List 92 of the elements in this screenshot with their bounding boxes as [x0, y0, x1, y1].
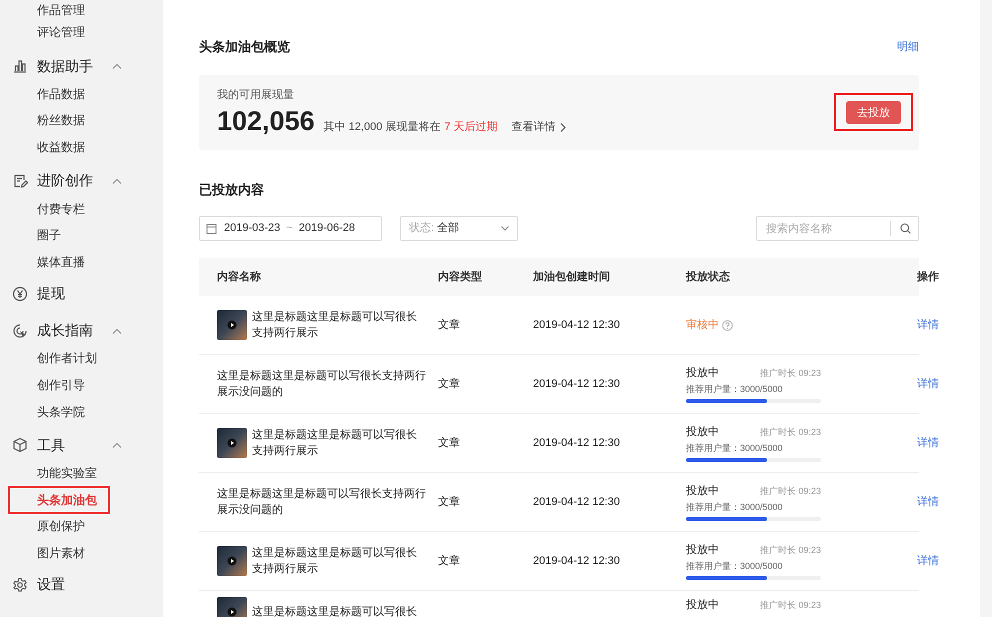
table-cell-text: 文章 — [438, 494, 461, 510]
content-title[interactable]: 这里是标题这里是标题可以写很长支持两行展示 — [252, 427, 426, 459]
promotion-duration: 推广时长 09:23 — [760, 598, 821, 612]
menu-item[interactable]: 头条加油包 — [8, 486, 110, 514]
menu-group-label[interactable]: 工具 — [37, 434, 107, 456]
table-cell-text: 2019-04-12 12:30 — [533, 494, 621, 510]
status-text: 投放中 — [686, 425, 719, 440]
content-title[interactable]: 这里是标题这里是标题可以写很长支持两行展示没问题的 — [217, 486, 426, 518]
menu-item[interactable]: 粉丝数据 — [8, 111, 85, 130]
menu-item[interactable]: 付费专栏 — [8, 200, 85, 218]
menu-item[interactable]: 评论管理 — [8, 23, 85, 42]
menu-item[interactable]: 作品管理 — [8, 1, 85, 19]
promotion-duration: 推广时长 09:23 — [760, 544, 821, 556]
section-title: 已投放内容 — [199, 180, 265, 198]
menu-group-label[interactable]: 数据助手 — [37, 56, 107, 77]
expiry-note: 其中 12,000 展现量将在 — [324, 120, 440, 135]
date-end: 2019-06-28 — [298, 221, 355, 236]
menu-item[interactable]: 圈子 — [8, 226, 61, 244]
menu-item[interactable]: 媒体直播 — [8, 252, 85, 271]
status-filter-value: 全部 — [437, 220, 460, 236]
menu-group-label[interactable]: 进阶创作 — [37, 170, 107, 192]
date-start: 2019-03-23 — [224, 221, 280, 236]
table-cell-text: 2019-04-12 12:30 — [533, 376, 621, 392]
content-title[interactable]: 这里是标题这里是标题可以写很长 — [252, 604, 417, 617]
status-text: 投放中 — [686, 366, 719, 381]
deliver-button[interactable]: 去投放 — [846, 101, 901, 124]
column-header: 内容名称 — [216, 270, 262, 285]
menu-item[interactable]: 创作者计划 — [8, 349, 97, 368]
menu-group-label[interactable]: 提现 — [37, 283, 107, 304]
caret-icon — [501, 226, 509, 231]
menu-item[interactable]: 功能实验室 — [8, 464, 97, 482]
content-title[interactable]: 这里是标题这里是标题可以写很长支持两行展示 — [252, 545, 426, 577]
date-range-field[interactable]: 2019-03-23 ~ 2019-06-28 — [199, 216, 382, 241]
detail-link[interactable]: 详情 — [882, 376, 955, 392]
status-text: 投放中 — [686, 543, 719, 558]
content-title[interactable]: 这里是标题这里是标题可以写很长支持两行展示没问题的 — [217, 368, 426, 400]
settings-icon — [12, 576, 28, 593]
recommended-users: 推荐用户量：3000/5000 — [686, 500, 784, 514]
date-separator: ~ — [286, 221, 293, 236]
cube-icon — [12, 437, 28, 454]
status-dropdown[interactable]: 状态: 全部 — [400, 216, 518, 241]
detail-link[interactable]: 详情 — [882, 434, 955, 452]
section-title: 头条加油包概览 — [199, 38, 290, 56]
table-cell-text: 文章 — [438, 436, 461, 451]
calendar-icon — [206, 223, 217, 234]
promotion-duration: 推广时长 09:23 — [760, 484, 821, 498]
recommended-users: 推荐用户量：3000/5000 — [686, 560, 784, 572]
status-filter-label: 状态: — [409, 220, 434, 236]
menu-item[interactable]: 作品数据 — [8, 84, 85, 103]
column-header: 加油包创建时间 — [533, 270, 611, 285]
detail-link[interactable]: 详情 — [882, 316, 955, 334]
bar-chart-icon — [12, 58, 28, 74]
play-icon — [227, 607, 237, 617]
chevron-icon — [560, 122, 566, 132]
yen-coin-icon — [12, 286, 28, 302]
menu-group-label[interactable]: 成长指南 — [37, 320, 107, 342]
expiry-days: 7 天后过期 — [444, 118, 498, 136]
menu-item[interactable]: 头条学院 — [8, 402, 85, 421]
column-header: 操作 — [916, 270, 940, 285]
status-text: 投放中 — [686, 484, 719, 499]
recommended-users: 推荐用户量：3000/5000 — [686, 382, 784, 396]
table-cell-text: 文章 — [438, 318, 461, 333]
status-text: 投放中 — [686, 598, 719, 613]
play-icon — [227, 438, 237, 448]
promotion-duration: 推广时长 09:23 — [760, 426, 821, 438]
table-cell-text: 文章 — [438, 376, 461, 392]
content-title[interactable]: 这里是标题这里是标题可以写很长支持两行展示 — [252, 309, 426, 341]
table-cell-text: 2019-04-12 12:30 — [533, 436, 621, 451]
table-cell-text: 文章 — [438, 554, 461, 569]
promotion-duration: 推广时长 09:23 — [760, 366, 821, 380]
table-cell-text: 2019-04-12 12:30 — [533, 318, 621, 333]
column-header: 投放状态 — [686, 270, 731, 285]
status-text: 审核中 — [686, 318, 719, 333]
menu-item[interactable]: 图片素材 — [8, 544, 85, 562]
table-cell-text: 2019-04-12 12:30 — [533, 554, 621, 569]
column-header: 内容类型 — [438, 270, 483, 285]
play-icon — [227, 556, 237, 566]
stat-label: 我的可用展现量 — [217, 88, 295, 104]
stat-value: 102,056 — [217, 104, 315, 137]
recommended-users: 推荐用户量：3000/5000 — [686, 442, 784, 454]
document-edit-icon — [12, 172, 28, 189]
target-icon — [12, 322, 28, 339]
detail-link[interactable]: 明细 — [897, 38, 919, 55]
detail-link[interactable]: 详情 — [882, 552, 955, 570]
view-details-link[interactable]: 查看详情 — [512, 118, 566, 136]
menu-group-label[interactable]: 设置 — [37, 574, 107, 596]
detail-link[interactable]: 详情 — [882, 494, 955, 510]
menu-item[interactable]: 收益数据 — [8, 138, 85, 156]
play-icon — [227, 320, 237, 330]
menu-item[interactable]: 创作引导 — [8, 376, 85, 394]
menu-item[interactable]: 原创保护 — [8, 517, 85, 536]
help-icon — [722, 320, 733, 330]
